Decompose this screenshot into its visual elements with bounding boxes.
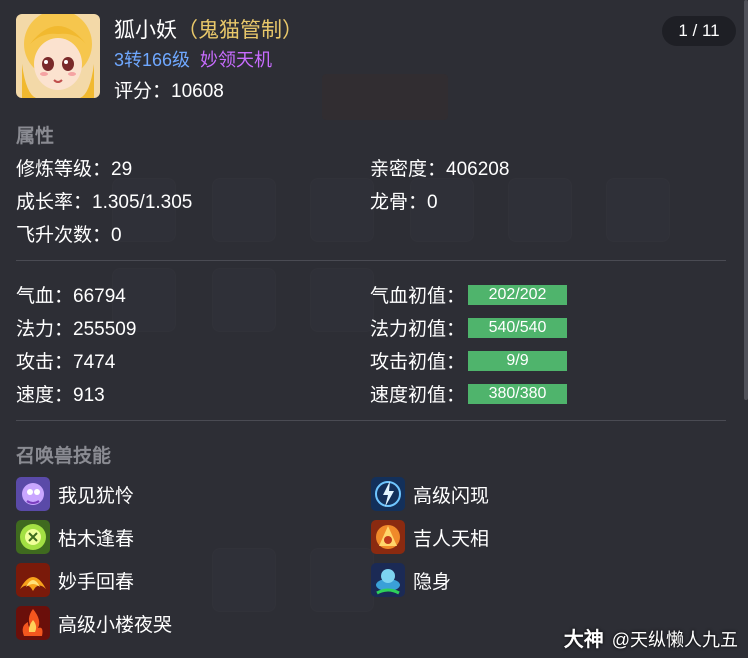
- skill-label: 我见犹怜: [58, 485, 135, 507]
- skill-item[interactable]: 吉人天相: [371, 520, 489, 554]
- attributes-section-title: 属性: [16, 126, 55, 147]
- skills-section-title: 召唤兽技能: [16, 446, 112, 467]
- skill-label: 隐身: [413, 571, 452, 593]
- divider: [16, 420, 726, 421]
- speed-init-bar: 380/380: [468, 384, 567, 404]
- score: 评分：10608: [114, 76, 224, 103]
- hp-stat: 气血：66794: [16, 286, 126, 307]
- hp-init-label: 气血初值：: [370, 286, 466, 307]
- page-indicator[interactable]: 1 / 11: [662, 16, 736, 46]
- pet-skill-icon: [16, 477, 50, 511]
- attack-init-bar: 9/9: [468, 351, 567, 371]
- growth-rate: 成长率：1.305/1.305: [16, 192, 193, 213]
- pet-detail-panel: 狐小妖（鬼猫管制） 3转166级 妙领天机 评分：10608 1 / 11 属性 …: [0, 0, 748, 658]
- skill-label: 高级小楼夜哭: [58, 614, 173, 636]
- stealth-skill-icon: [371, 563, 405, 597]
- skill-item[interactable]: 隐身: [371, 563, 451, 597]
- background-tab: [322, 74, 448, 120]
- ascension-count: 飞升次数：0: [16, 225, 122, 246]
- cultivation-level: 修炼等级：29: [16, 159, 133, 180]
- pet-level: 3转166级: [114, 50, 191, 70]
- pet-name-line: 狐小妖（鬼猫管制）: [114, 14, 303, 44]
- hp-init-bar: 202/202: [468, 285, 567, 305]
- mp-init-label: 法力初值：: [370, 319, 466, 340]
- divider: [16, 260, 726, 261]
- intimacy: 亲密度：406208: [370, 159, 510, 180]
- scrollbar[interactable]: [744, 0, 748, 400]
- skill-label: 枯木逢春: [58, 528, 135, 550]
- speed-init-label: 速度初值：: [370, 385, 466, 406]
- skill-item[interactable]: 高级小楼夜哭: [16, 606, 172, 640]
- skill-label: 吉人天相: [413, 528, 490, 550]
- skill-item[interactable]: 高级闪现: [371, 477, 489, 511]
- pet-title: （鬼猫管制）: [177, 19, 303, 42]
- mp-stat: 法力：255509: [16, 319, 137, 340]
- skill-item[interactable]: 枯木逢春: [16, 520, 134, 554]
- watermark-user: @天纵懒人九五: [611, 630, 738, 650]
- mp-init-bar: 540/540: [468, 318, 567, 338]
- revive-skill-icon: [16, 520, 50, 554]
- watermark: 大神 @天纵懒人九五: [564, 623, 738, 652]
- pet-avatar: [16, 14, 100, 98]
- lightning-skill-icon: [371, 477, 405, 511]
- speed-stat: 速度：913: [16, 385, 105, 406]
- skill-label: 妙手回春: [58, 571, 135, 593]
- score-value: 10608: [171, 81, 224, 102]
- phoenix-skill-icon: [16, 563, 50, 597]
- fortune-skill-icon: [371, 520, 405, 554]
- skill-item[interactable]: 我见犹怜: [16, 477, 134, 511]
- pet-name: 狐小妖: [114, 19, 177, 42]
- fire-skill-icon: [16, 606, 50, 640]
- skill-label: 高级闪现: [413, 485, 490, 507]
- watermark-brand: 大神: [563, 629, 604, 651]
- skill-item[interactable]: 妙手回春: [16, 563, 134, 597]
- pet-level-line: 3转166级 妙领天机: [114, 46, 272, 72]
- attack-stat: 攻击：7474: [16, 352, 116, 373]
- dragon-bone: 龙骨：0: [370, 192, 438, 213]
- special-skill-tag: 妙领天机: [200, 50, 273, 70]
- score-label: 评分：: [114, 81, 172, 102]
- attack-init-label: 攻击初值：: [370, 352, 466, 373]
